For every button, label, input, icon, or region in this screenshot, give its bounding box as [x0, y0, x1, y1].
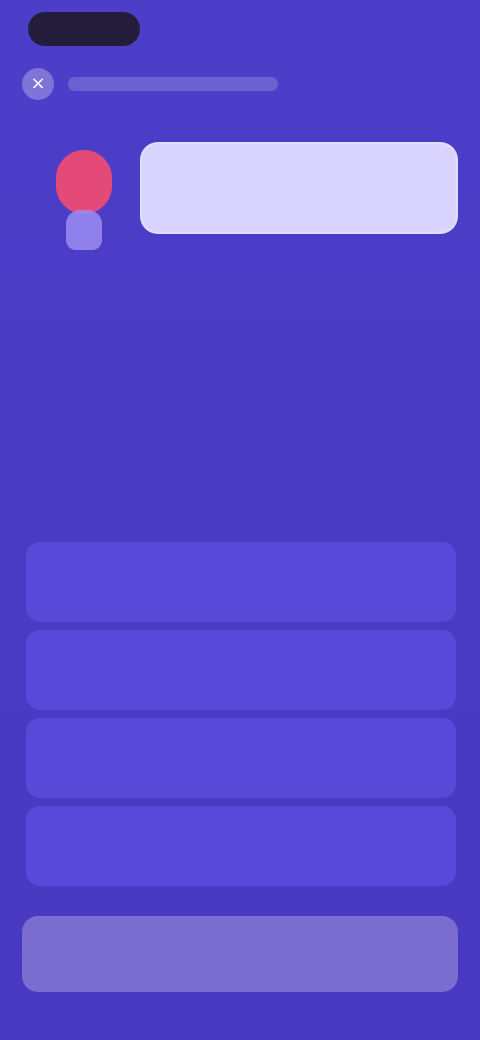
check-button[interactable]: [22, 916, 458, 992]
status-bar: [28, 12, 140, 46]
screen: ×: [0, 0, 480, 1040]
close-icon: ×: [30, 73, 46, 94]
close-button[interactable]: ×: [22, 68, 54, 100]
character-head: [56, 150, 112, 214]
lesson-top-bar: ×: [22, 64, 458, 104]
answer-option-2[interactable]: [26, 630, 456, 710]
prompt-area: [40, 132, 458, 262]
answer-option-3[interactable]: [26, 718, 456, 798]
progress-bar: [68, 77, 278, 91]
answer-option-4[interactable]: [26, 806, 456, 886]
answer-option-1[interactable]: [26, 542, 456, 622]
answer-options: [26, 542, 456, 894]
speech-bubble: [140, 142, 458, 234]
character-body: [66, 210, 102, 250]
character-illustration: [48, 142, 118, 252]
